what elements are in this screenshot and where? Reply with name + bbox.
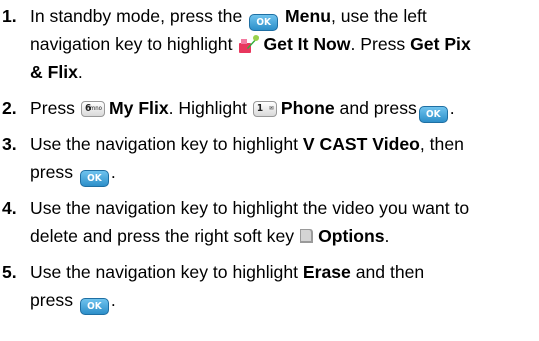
step-number: 5. bbox=[2, 262, 17, 282]
step-3: 3. Use the navigation key to highlight V… bbox=[0, 130, 539, 187]
step-number: 2. bbox=[2, 98, 17, 118]
step-1: 1. In standby mode, press the OK Menu, u… bbox=[0, 2, 539, 86]
step-line: & Flix. bbox=[30, 62, 83, 82]
step-number: 1. bbox=[2, 6, 17, 26]
step-text: In standby mode, press the OK Menu, use … bbox=[30, 2, 539, 86]
step-line: Use the navigation key to highlight V CA… bbox=[30, 134, 464, 154]
step-line: press OK. bbox=[30, 158, 539, 187]
ok-key-icon: OK bbox=[79, 170, 109, 187]
ok-key-icon: OK bbox=[418, 106, 448, 123]
step-number: 3. bbox=[2, 134, 17, 154]
step-text: Use the navigation key to highlight Eras… bbox=[30, 258, 539, 315]
key-1-icon: 1 ✉ bbox=[252, 101, 277, 117]
get-it-now-label: Get It Now bbox=[263, 34, 351, 54]
ok-key-icon: OK bbox=[79, 298, 109, 315]
get-pix-label: Get Pix bbox=[410, 34, 471, 54]
instruction-steps: 1. In standby mode, press the OK Menu, u… bbox=[0, 0, 539, 341]
step-4: 4. Use the navigation key to highlight t… bbox=[0, 194, 539, 250]
menu-label: Menu bbox=[285, 6, 331, 26]
get-it-now-icon bbox=[239, 35, 260, 53]
step-text: Use the navigation key to highlight V CA… bbox=[30, 130, 539, 187]
step-5: 5. Use the navigation key to highlight E… bbox=[0, 258, 539, 315]
options-label: Options bbox=[318, 226, 385, 246]
step-line: navigation key to highlight Get It Now. … bbox=[30, 34, 471, 54]
phone-label: Phone bbox=[280, 98, 335, 118]
step-text: Use the navigation key to highlight the … bbox=[30, 194, 539, 250]
step-line: Use the navigation key to highlight Eras… bbox=[30, 262, 425, 282]
key-6-icon: 6 mno bbox=[80, 101, 105, 117]
my-flix-label: My Flix bbox=[108, 98, 169, 118]
step-number: 4. bbox=[2, 198, 17, 218]
step-line: press OK. bbox=[30, 286, 539, 315]
step-2: 2. Press 6 mno My Flix. Highlight 1 ✉ Phone an… bbox=[0, 94, 539, 123]
step-line: In standby mode, press the OK Menu, use … bbox=[30, 2, 539, 31]
step-line: delete and press the right soft key Opti… bbox=[30, 226, 390, 246]
ok-key-icon: OK bbox=[249, 14, 279, 31]
vcast-video-label: V CAST Video bbox=[302, 134, 420, 154]
right-soft-key-icon bbox=[300, 229, 314, 243]
flix-label: & Flix bbox=[30, 62, 78, 82]
step-line: Use the navigation key to highlight the … bbox=[30, 198, 470, 218]
step-line: Press 6 mno My Flix. Highlight 1 ✉ Phone and p… bbox=[30, 94, 539, 123]
erase-label: Erase bbox=[302, 262, 351, 282]
step-text: Press 6 mno My Flix. Highlight 1 ✉ Phone and p… bbox=[30, 94, 539, 123]
